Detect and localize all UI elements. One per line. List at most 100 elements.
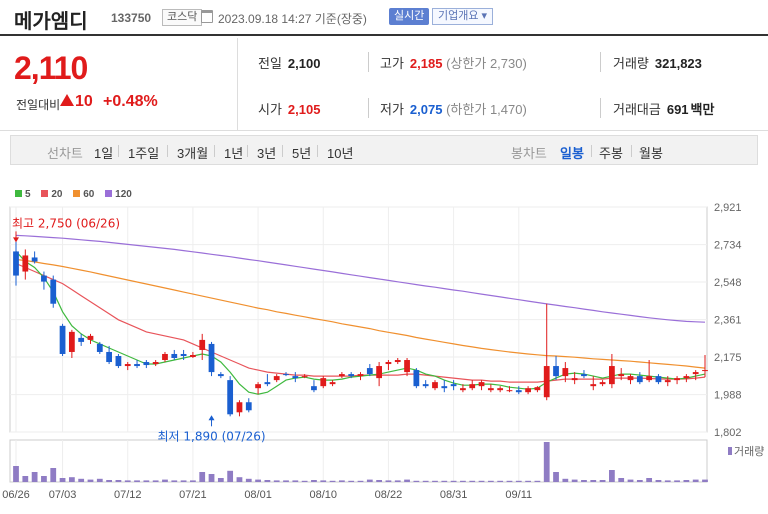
- y-tick-label: 2,921: [714, 202, 742, 214]
- candle-body: [692, 372, 699, 375]
- volume-bar: [68, 477, 75, 482]
- volume-bar: [115, 480, 122, 482]
- volume-bar: [124, 480, 131, 482]
- volume-bar: [506, 480, 513, 482]
- volume-bar: [534, 480, 541, 482]
- volume-bar: [627, 479, 634, 482]
- candle-body: [124, 364, 131, 367]
- candle-body: [68, 331, 75, 352]
- x-tick-label: 09/11: [505, 489, 532, 501]
- candle-body: [646, 376, 653, 381]
- volume-bar: [152, 480, 159, 482]
- volume-bar: [348, 480, 355, 482]
- candle-body: [134, 364, 140, 367]
- candle-body: [497, 388, 504, 391]
- volume-bar: [664, 480, 671, 482]
- candle-body: [683, 376, 690, 379]
- candle-body: [702, 370, 708, 372]
- candle-body: [152, 362, 159, 365]
- volume-bar: [413, 480, 420, 482]
- volume-bar: [366, 479, 373, 482]
- candle-body: [283, 374, 289, 376]
- candle-body: [599, 382, 606, 385]
- candle-body: [571, 378, 578, 381]
- volume-bar: [469, 480, 476, 482]
- candle-body: [432, 382, 438, 389]
- volume-legend-swatch: [728, 447, 732, 455]
- volume-bar: [292, 480, 299, 482]
- volume-bar: [460, 480, 466, 482]
- volume-bar: [59, 478, 66, 482]
- volume-bar: [217, 478, 224, 482]
- candle-body: [143, 362, 150, 366]
- candle-body: [87, 335, 94, 340]
- volume-bar: [683, 480, 690, 482]
- volume-bar: [143, 480, 150, 482]
- volume-bar: [636, 480, 643, 482]
- candle-body: [655, 376, 662, 383]
- high-arrow-head: [13, 237, 19, 243]
- candle-body: [674, 378, 680, 381]
- candle-body: [553, 366, 559, 377]
- candle-body: [180, 353, 187, 356]
- volume-bar: [162, 479, 168, 482]
- candle-body: [450, 384, 457, 387]
- volume-bar: [422, 480, 429, 482]
- volume-bar: [432, 480, 438, 482]
- volume-bar: [571, 479, 578, 482]
- candle-body: [329, 382, 336, 385]
- x-tick-label: 08/01: [244, 489, 272, 501]
- volume-bar: [171, 480, 178, 482]
- low-arrow-head: [208, 415, 215, 421]
- volume-bar: [702, 479, 708, 482]
- volume-bar: [106, 480, 112, 482]
- volume-bar: [497, 480, 504, 482]
- volume-bar: [87, 479, 94, 482]
- candle-body: [59, 325, 66, 354]
- candle-body: [618, 374, 625, 377]
- low-annotation: 최저 1,890 (07/26): [158, 429, 266, 443]
- volume-bar: [41, 476, 47, 482]
- volume-bar: [180, 480, 187, 482]
- volume-bar: [674, 480, 680, 482]
- candle-body: [217, 374, 224, 377]
- candle-body: [562, 368, 569, 377]
- volume-bar: [311, 480, 317, 482]
- volume-bar: [22, 476, 29, 482]
- volume-bar: [515, 480, 522, 482]
- volume-bar: [199, 472, 206, 482]
- candle-body: [292, 376, 299, 379]
- volume-bar: [78, 478, 85, 482]
- volume-bar: [646, 478, 653, 482]
- candle-body: [590, 384, 597, 387]
- volume-bar: [301, 480, 308, 482]
- y-tick-label: 2,548: [714, 277, 742, 289]
- candle-body: [320, 378, 327, 387]
- candle-body: [208, 343, 215, 373]
- candle-body: [404, 360, 410, 373]
- volume-bar: [376, 480, 383, 482]
- candle-body: [525, 388, 531, 393]
- candle-body: [366, 368, 373, 375]
- volume-bar: [655, 480, 662, 482]
- candle-body: [50, 279, 57, 304]
- candle-body: [311, 386, 317, 391]
- y-tick-label: 2,175: [714, 352, 742, 364]
- volume-bar: [273, 480, 280, 482]
- y-tick-label: 2,734: [714, 240, 742, 252]
- volume-bar: [692, 479, 699, 482]
- volume-bar: [441, 480, 448, 482]
- candle-body: [199, 339, 206, 350]
- y-tick-label: 1,988: [714, 390, 742, 402]
- candle-body: [441, 386, 448, 389]
- candle-body: [543, 366, 550, 398]
- candle-body: [636, 376, 643, 383]
- volume-bar: [478, 480, 485, 482]
- volume-bar: [553, 472, 559, 482]
- x-tick-label: 07/12: [114, 489, 142, 501]
- volume-legend-label: 거래량: [734, 445, 764, 458]
- candle-body: [171, 353, 178, 359]
- candle-body: [106, 351, 112, 363]
- volume-bar: [487, 480, 494, 482]
- candle-body: [22, 255, 29, 272]
